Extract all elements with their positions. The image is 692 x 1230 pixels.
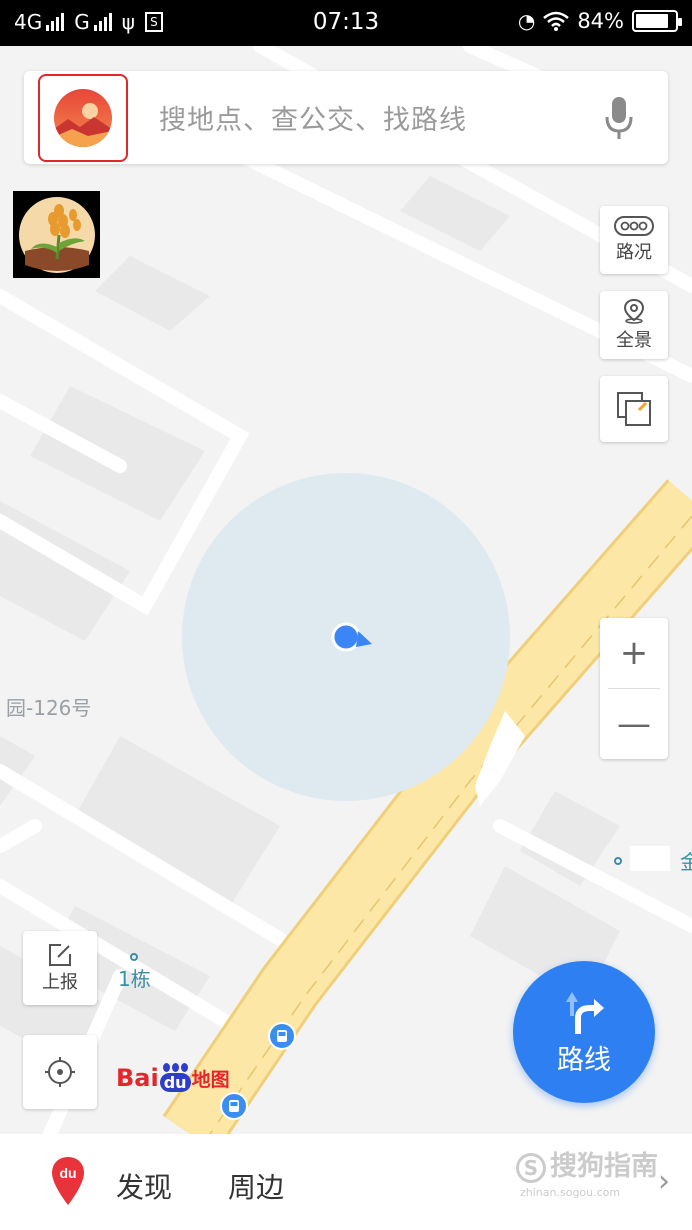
zoom-control: + — xyxy=(600,618,668,759)
current-location-dot xyxy=(331,622,361,652)
panorama-pin-icon xyxy=(623,298,645,324)
building-poi[interactable]: 1栋 xyxy=(118,953,151,992)
building-label: 1栋 xyxy=(118,967,151,991)
avatar xyxy=(54,89,112,147)
zoom-out-button[interactable]: — xyxy=(600,689,668,759)
alarm-icon: ◔ xyxy=(517,9,536,33)
chevron-right-icon[interactable]: › xyxy=(658,1164,670,1199)
battery-icon xyxy=(632,10,682,32)
user-avatar-button[interactable] xyxy=(38,74,128,162)
logo-du: du xyxy=(159,1073,191,1092)
promo-image[interactable] xyxy=(13,191,100,278)
right-poi[interactable]: 金 xyxy=(614,846,692,875)
report-button[interactable]: 上报 xyxy=(23,931,97,1005)
panorama-label: 全景 xyxy=(616,330,652,351)
status-bar: 4G G ψ S 07:13 ◔ 84% xyxy=(0,0,692,46)
zoom-in-button[interactable]: + xyxy=(600,618,668,688)
wheat-icon xyxy=(18,196,95,273)
discover-prefix: 发现 xyxy=(116,1171,173,1204)
watermark: S 搜狗指南 xyxy=(516,1144,658,1183)
watermark-url: zhinan.sogou.com xyxy=(520,1186,621,1199)
right-poi-label: 金 xyxy=(680,850,692,874)
logo-map: 地图 xyxy=(191,1069,230,1091)
bus-stop-icon[interactable] xyxy=(268,1022,296,1050)
layers-icon xyxy=(617,392,651,426)
route-arrow-icon xyxy=(566,991,604,1034)
status-right: ◔ 84% xyxy=(517,9,682,33)
report-label: 上报 xyxy=(42,972,78,993)
paw-icon: du xyxy=(159,1063,191,1092)
traffic-icon xyxy=(614,216,654,236)
watermark-text: 搜狗指南 xyxy=(550,1151,658,1182)
search-bar[interactable]: 搜地点、查公交、找路线 xyxy=(24,71,668,164)
sogou-logo-icon: S xyxy=(516,1152,546,1183)
wifi-icon xyxy=(543,11,570,31)
route-button[interactable]: 路线 xyxy=(513,961,655,1103)
discover-suffix: 周边 xyxy=(228,1171,285,1204)
location-pin-icon: du xyxy=(52,1157,84,1205)
crosshair-icon xyxy=(45,1057,75,1087)
traffic-button[interactable]: 路况 xyxy=(600,206,668,274)
traffic-label: 路况 xyxy=(616,242,652,263)
address-map-label: 园-126号 xyxy=(6,696,92,720)
svg-text:du: du xyxy=(59,1165,76,1181)
battery-percent: 84% xyxy=(577,9,624,33)
locate-button[interactable] xyxy=(23,1035,97,1109)
logo-bai: Bai xyxy=(116,1064,159,1092)
route-label: 路线 xyxy=(557,1044,611,1076)
panorama-button[interactable]: 全景 xyxy=(600,291,668,359)
layers-button[interactable] xyxy=(600,376,668,442)
bus-stop-icon-2[interactable] xyxy=(220,1092,248,1120)
discover-text: 发现 周边 xyxy=(116,1166,284,1206)
baidu-map-logo: Bai du 地图 xyxy=(116,1063,230,1092)
microphone-icon[interactable] xyxy=(604,95,634,141)
search-input[interactable]: 搜地点、查公交、找路线 xyxy=(159,98,467,137)
edit-icon xyxy=(49,944,71,966)
